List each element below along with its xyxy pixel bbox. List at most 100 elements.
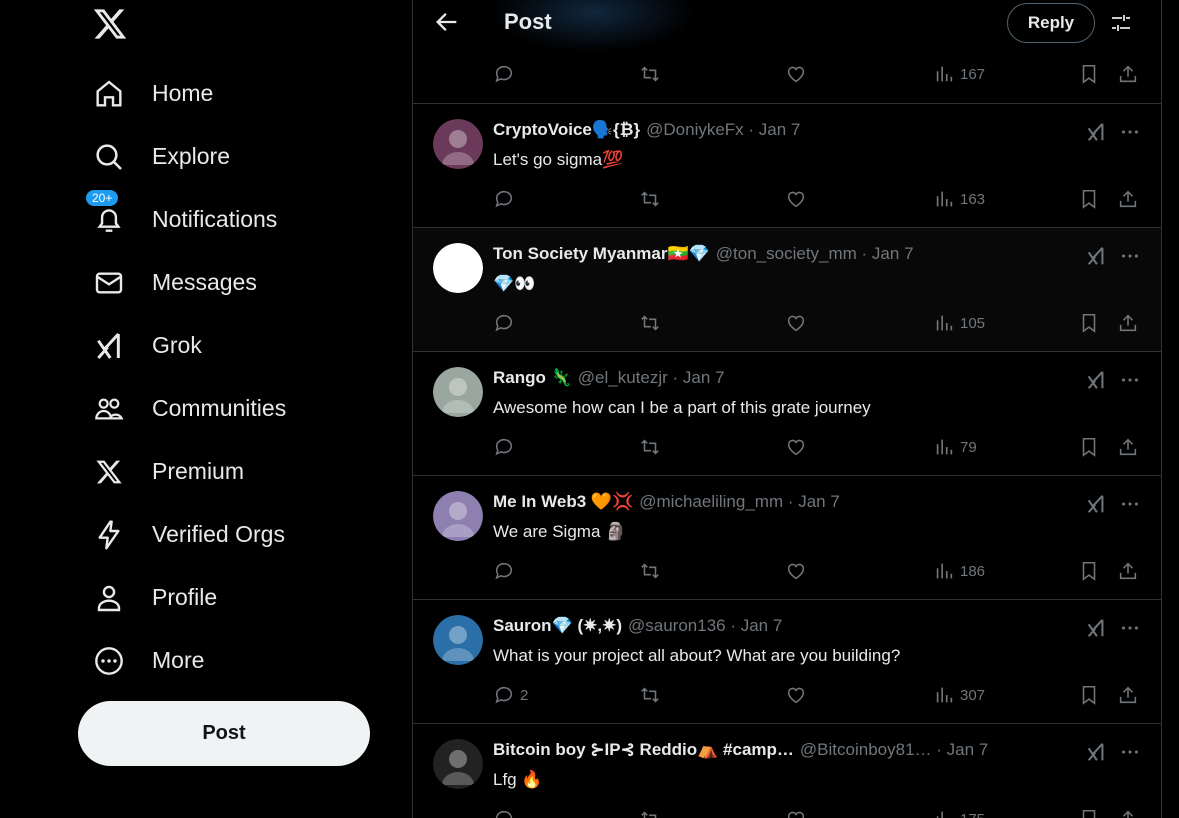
share-icon[interactable] — [1117, 188, 1139, 210]
like-icon[interactable] — [785, 808, 807, 818]
reply-icon[interactable] — [493, 312, 520, 334]
repost-icon[interactable] — [639, 188, 661, 210]
handle-and-date[interactable]: @michaeliling_mm · Jan 7 — [639, 492, 840, 512]
bookmark-icon[interactable] — [1078, 808, 1100, 818]
repost-icon[interactable] — [639, 312, 661, 334]
reply-icon[interactable] — [493, 63, 515, 85]
avatar[interactable] — [433, 367, 483, 417]
like-icon[interactable] — [785, 684, 807, 706]
nav-premium-label: Premium — [152, 458, 245, 484]
handle-and-date[interactable]: @el_kutezjr · Jan 7 — [578, 368, 725, 388]
handle-and-date[interactable]: @DoniykeFx · Jan 7 — [646, 120, 800, 140]
avatar[interactable] — [433, 243, 483, 293]
sliders-icon[interactable] — [1109, 11, 1133, 35]
reply-icon[interactable]: 2 — [493, 684, 528, 706]
display-name[interactable]: Rango 🦎 — [493, 368, 572, 388]
reply-item[interactable]: Rango 🦎 @el_kutezjr · Jan 7 Awesome how … — [413, 352, 1161, 476]
views-stat[interactable]: 79 — [933, 436, 977, 458]
reply-icon[interactable] — [493, 436, 520, 458]
grok-icon[interactable] — [1085, 369, 1107, 391]
nav-more[interactable]: More — [78, 629, 286, 692]
nav-grok[interactable]: Grok — [78, 314, 286, 377]
display-name[interactable]: Sauron💎 (✷,✷) — [493, 616, 622, 636]
share-icon[interactable] — [1117, 436, 1139, 458]
more-icon[interactable] — [1119, 493, 1141, 515]
share-icon[interactable] — [1117, 312, 1139, 334]
avatar[interactable] — [433, 739, 483, 789]
reply-item[interactable]: CryptoVoice🗣️{₿} @DoniykeFx · Jan 7 Let'… — [413, 104, 1161, 228]
person-icon — [92, 581, 126, 615]
display-name[interactable]: Me In Web3 🧡💢 — [493, 492, 633, 512]
reply-item[interactable]: Me In Web3 🧡💢 @michaeliling_mm · Jan 7 W… — [413, 476, 1161, 600]
reply-actions: 186 — [493, 560, 1153, 584]
reply-item[interactable]: Sauron💎 (✷,✷) @sauron136 · Jan 7 What is… — [413, 600, 1161, 724]
reply-icon[interactable] — [493, 188, 520, 210]
x-logo[interactable] — [92, 6, 128, 42]
nav-verified-orgs[interactable]: Verified Orgs — [78, 503, 286, 566]
nav-premium[interactable]: Premium — [78, 440, 286, 503]
views-stat[interactable]: 105 — [933, 312, 985, 334]
views-icon — [936, 191, 953, 207]
share-icon[interactable] — [1117, 808, 1139, 818]
nav-explore[interactable]: Explore — [78, 125, 286, 188]
nav-notifications[interactable]: 20+ Notifications — [78, 188, 286, 251]
nav-communities[interactable]: Communities — [78, 377, 286, 440]
bookmark-icon[interactable] — [1078, 684, 1100, 706]
more-icon[interactable] — [1119, 121, 1141, 143]
nav-home[interactable]: Home — [78, 62, 286, 125]
like-icon[interactable] — [785, 560, 807, 582]
grok-icon[interactable] — [1085, 493, 1107, 515]
like-icon[interactable] — [785, 436, 807, 458]
more-icon[interactable] — [1119, 741, 1141, 763]
share-icon[interactable] — [1117, 63, 1139, 85]
grok-icon[interactable] — [1085, 741, 1107, 763]
repost-icon[interactable] — [639, 684, 661, 706]
repost-icon[interactable] — [639, 808, 661, 818]
display-name[interactable]: CryptoVoice🗣️{₿} — [493, 120, 640, 140]
grok-icon[interactable] — [1085, 121, 1107, 143]
bookmark-icon[interactable] — [1078, 63, 1100, 85]
like-icon[interactable] — [785, 63, 807, 85]
views-stat[interactable]: 307 — [933, 684, 985, 706]
avatar[interactable] — [433, 119, 483, 169]
bookmark-icon[interactable] — [1078, 436, 1100, 458]
more-icon[interactable] — [1119, 245, 1141, 267]
handle-and-date[interactable]: @ton_society_mm · Jan 7 — [716, 244, 914, 264]
grok-icon[interactable] — [1085, 617, 1107, 639]
more-icon[interactable] — [1119, 369, 1141, 391]
reply-icon[interactable] — [493, 560, 520, 582]
repost-icon[interactable] — [639, 560, 661, 582]
reply-item[interactable]: Ton Society Myanmar🇲🇲💎 @ton_society_mm ·… — [413, 228, 1161, 352]
nav-profile[interactable]: Profile — [78, 566, 286, 629]
avatar[interactable] — [433, 615, 483, 665]
x-logo-icon — [92, 455, 126, 489]
reply-button[interactable]: Reply — [1007, 3, 1095, 43]
bookmark-icon[interactable] — [1078, 560, 1100, 582]
views-stat[interactable]: 175 — [933, 808, 985, 818]
handle-and-date[interactable]: @sauron136 · Jan 7 — [628, 616, 782, 636]
avatar[interactable] — [433, 491, 483, 541]
views-stat[interactable]: 186 — [933, 560, 985, 582]
grok-icon[interactable] — [1085, 245, 1107, 267]
reply-item[interactable]: Bitcoin boy ⊱IP⊰ Reddio⛺ #camp… @Bitcoin… — [413, 724, 1161, 818]
more-icon[interactable] — [1119, 617, 1141, 639]
display-name[interactable]: Bitcoin boy ⊱IP⊰ Reddio⛺ #camp… — [493, 740, 794, 760]
repost-icon[interactable] — [639, 436, 661, 458]
repost-icon[interactable] — [639, 63, 661, 85]
handle-and-date[interactable]: @Bitcoinboy81… · Jan 7 — [800, 740, 988, 760]
share-icon[interactable] — [1117, 684, 1139, 706]
share-icon[interactable] — [1117, 560, 1139, 582]
display-name[interactable]: Ton Society Myanmar🇲🇲💎 — [493, 244, 710, 264]
reply-header: Me In Web3 🧡💢 @michaeliling_mm · Jan 7 — [493, 492, 840, 512]
views-stat[interactable]: 163 — [933, 188, 985, 210]
nav-messages[interactable]: Messages — [78, 251, 286, 314]
like-icon[interactable] — [785, 188, 807, 210]
views-stat[interactable]: 167 — [933, 63, 985, 85]
bookmark-icon[interactable] — [1078, 188, 1100, 210]
bookmark-icon[interactable] — [1078, 312, 1100, 334]
back-arrow-icon[interactable] — [433, 8, 461, 36]
reply-icon[interactable] — [493, 808, 520, 818]
like-icon[interactable] — [785, 312, 807, 334]
post-button[interactable]: Post — [78, 701, 370, 766]
nav-messages-label: Messages — [152, 269, 257, 295]
